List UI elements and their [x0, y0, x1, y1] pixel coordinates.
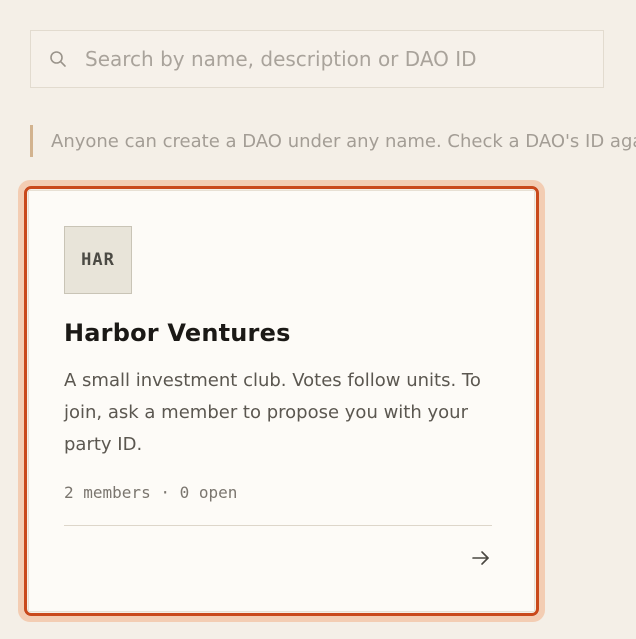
notice-banner: Anyone can create a DAO under any name. … — [30, 124, 636, 158]
search-box[interactable] — [30, 30, 604, 88]
dao-avatar: HAR — [64, 226, 132, 294]
search-icon — [49, 50, 67, 68]
dao-description: A small investment club. Votes follow un… — [64, 370, 481, 455]
dao-card-focus-ring: HAR Harbor Ventures A small investment c… — [18, 180, 545, 622]
notice-accent-bar — [30, 125, 33, 157]
dao-card[interactable]: HAR Harbor Ventures A small investment c… — [28, 190, 535, 612]
arrow-right-icon[interactable] — [470, 547, 492, 569]
card-divider — [64, 525, 492, 526]
notice-text: Anyone can create a DAO under any name. … — [51, 130, 636, 152]
dao-meta: 2 members · 0 open — [64, 483, 238, 502]
dao-name: Harbor Ventures — [64, 319, 291, 347]
search-input[interactable] — [85, 47, 585, 71]
